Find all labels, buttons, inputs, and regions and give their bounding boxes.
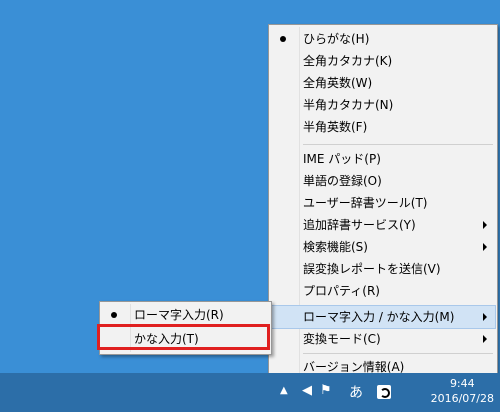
menu-item-label: 全角英数(W)	[303, 76, 373, 90]
menu-item-fullwidth-katakana[interactable]: 全角カタカナ(K)	[271, 50, 495, 72]
menu-item-send-conversion-report[interactable]: 誤変換レポートを送信(V)	[271, 258, 495, 280]
menu-item-ime-pad[interactable]: IME パッド(P)	[271, 148, 495, 170]
highlight-annotation-box	[97, 324, 270, 350]
taskbar: ▲ ◀ ⚑ あ 9:44 2016/07/28	[0, 373, 500, 412]
menu-item-label: 誤変換レポートを送信(V)	[303, 262, 441, 276]
ime-context-menu: ひらがな(H) 全角カタカナ(K) 全角英数(W) 半角カタカナ(N) 半角英数…	[268, 24, 498, 382]
menu-item-additional-dictionary[interactable]: 追加辞書サービス(Y)	[271, 214, 495, 236]
submenu-arrow-icon	[483, 243, 487, 251]
menu-item-label: 半角カタカナ(N)	[303, 98, 394, 112]
ime-options-icon[interactable]	[377, 385, 391, 399]
menu-item-search-function[interactable]: 検索機能(S)	[271, 236, 495, 258]
network-icon[interactable]: ⚑	[320, 383, 332, 398]
menu-item-label: 変換モード(C)	[303, 332, 381, 346]
clock-time: 9:44	[449, 377, 475, 390]
menu-item-conversion-mode[interactable]: 変換モード(C)	[271, 328, 495, 350]
menu-item-label: 単語の登録(O)	[303, 174, 382, 188]
submenu-arrow-icon	[483, 335, 487, 343]
menu-separator	[303, 144, 493, 145]
menu-item-label: プロパティ(R)	[303, 284, 380, 298]
menu-item-properties[interactable]: プロパティ(R)	[271, 280, 495, 302]
menu-item-label: バージョン情報(A)	[303, 360, 405, 374]
menu-item-label: ローマ字入力 / かな入力(M)	[303, 310, 455, 324]
checked-bullet-icon	[280, 36, 286, 42]
submenu-item-romaji-input[interactable]: ローマ字入力(R)	[102, 304, 269, 326]
ime-mode-indicator[interactable]: あ	[349, 382, 363, 402]
menu-item-user-dictionary-tool[interactable]: ユーザー辞書ツール(T)	[271, 192, 495, 214]
menu-item-label: ひらがな(H)	[303, 32, 370, 46]
menu-separator	[303, 353, 493, 354]
menu-item-label: 半角英数(F)	[303, 120, 368, 134]
menu-item-halfwidth-katakana[interactable]: 半角カタカナ(N)	[271, 94, 495, 116]
menu-item-fullwidth-alphanumeric[interactable]: 全角英数(W)	[271, 72, 495, 94]
chevron-up-icon[interactable]: ▲	[280, 385, 288, 396]
menu-item-label: 追加辞書サービス(Y)	[303, 218, 416, 232]
menu-item-label: 検索機能(S)	[303, 240, 368, 254]
menu-item-word-registration[interactable]: 単語の登録(O)	[271, 170, 495, 192]
checked-bullet-icon	[111, 312, 117, 318]
clock-date: 2016/07/28	[430, 392, 494, 405]
menu-item-label: ローマ字入力(R)	[134, 308, 224, 322]
menu-item-halfwidth-alphanumeric[interactable]: 半角英数(F)	[271, 116, 495, 138]
submenu-arrow-icon	[483, 221, 487, 229]
menu-item-label: IME パッド(P)	[303, 152, 381, 166]
menu-item-hiragana[interactable]: ひらがな(H)	[271, 28, 495, 50]
menu-item-label: ユーザー辞書ツール(T)	[303, 196, 428, 210]
menu-item-label: 全角カタカナ(K)	[303, 54, 393, 68]
taskbar-clock[interactable]: 9:44 2016/07/28	[431, 376, 494, 406]
menu-item-romaji-kana-input[interactable]: ローマ字入力 / かな入力(M)	[270, 305, 496, 329]
submenu-arrow-icon	[483, 313, 487, 321]
speaker-icon[interactable]: ◀	[302, 383, 312, 398]
